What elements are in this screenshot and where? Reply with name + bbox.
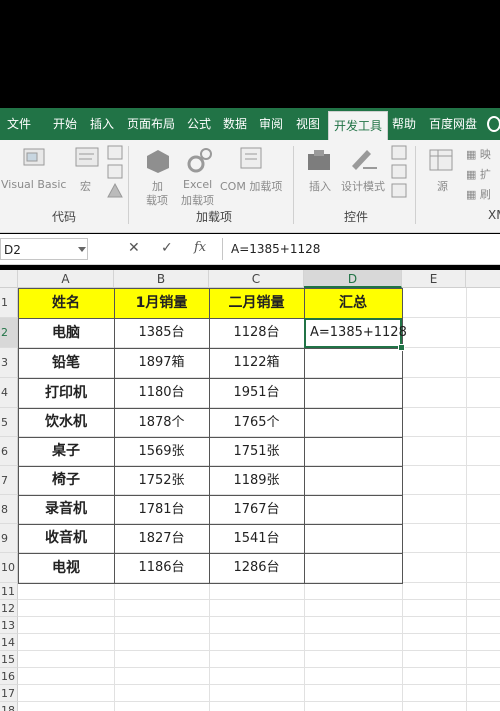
ribbon-tab-bar: 文件 开始 插入 页面布局 公式 数据 审阅 视图 开发工具 帮助 百度网盘 (0, 108, 500, 141)
row-header[interactable]: 8 (0, 495, 18, 524)
macro-icon (75, 147, 99, 167)
column-header-a[interactable]: A (18, 270, 114, 288)
column-header-c[interactable]: C (209, 270, 304, 288)
group-label-controls: 控件 (344, 210, 369, 224)
cancel-icon[interactable]: ✕ (128, 240, 140, 256)
excel-addins-button-line2[interactable]: 加载项 (181, 192, 214, 208)
group-label-code: 代码 (52, 210, 77, 224)
row-header[interactable]: 11 (0, 583, 18, 600)
tab-help[interactable]: 帮助 (392, 108, 416, 140)
tab-formulas[interactable]: 公式 (187, 108, 211, 140)
excel-addins-button-line1[interactable]: Excel (183, 178, 212, 191)
tab-review[interactable]: 审阅 (259, 108, 283, 140)
column-header-b[interactable]: B (114, 270, 209, 288)
chevron-down-icon[interactable] (78, 247, 86, 252)
fill-handle[interactable] (398, 344, 405, 351)
insert-control-icon (308, 150, 330, 170)
enter-icon[interactable]: ✓ (161, 240, 173, 256)
xml-source-icon (429, 149, 453, 171)
cell-d2-editing-value: A=1385+1128 (310, 325, 407, 340)
xml-source-button[interactable]: 源 (437, 178, 448, 194)
formula-bar: D2 ✕ ✓ fx A=1385+1128 (0, 234, 500, 265)
formula-input[interactable]: A=1385+1128 (222, 238, 500, 260)
column-header-e[interactable]: E (402, 270, 466, 288)
tab-data[interactable]: 数据 (223, 108, 247, 140)
record-macro-icons (107, 145, 123, 198)
column-header-f[interactable] (466, 270, 500, 288)
row-header[interactable]: 6 (0, 437, 18, 466)
row-header[interactable]: 14 (0, 634, 18, 651)
row-header[interactable]: 15 (0, 651, 18, 668)
xml-refresh-data-button[interactable]: ▦ 刷 (466, 186, 491, 202)
select-all-corner[interactable] (0, 270, 18, 288)
name-box[interactable]: D2 (0, 238, 88, 260)
row-header[interactable]: 16 (0, 668, 18, 685)
macro-button[interactable]: 宏 (80, 178, 91, 194)
design-mode-icon (352, 150, 377, 170)
tell-me-icon[interactable] (487, 116, 500, 132)
row-header[interactable]: 3 (0, 348, 18, 378)
row-header[interactable]: 4 (0, 378, 18, 408)
row-header[interactable]: 2 (0, 318, 18, 348)
row-header[interactable]: 17 (0, 685, 18, 702)
group-label-xml: XM (488, 208, 500, 222)
tab-page-layout[interactable]: 页面布局 (127, 108, 175, 140)
addins-button-line2[interactable]: 载项 (146, 192, 168, 208)
tab-view[interactable]: 视图 (296, 108, 320, 140)
insert-function-icon[interactable]: fx (194, 240, 206, 255)
visual-basic-icon (23, 148, 45, 166)
addins-icon (147, 150, 169, 173)
row-header[interactable]: 5 (0, 408, 18, 437)
row-header[interactable]: 12 (0, 600, 18, 617)
tab-home[interactable]: 开始 (53, 108, 77, 140)
tab-insert[interactable]: 插入 (90, 108, 114, 140)
insert-control-button[interactable]: 插入 (309, 178, 331, 194)
column-header-d[interactable]: D (304, 270, 402, 288)
tab-developer[interactable]: 开发工具 (328, 111, 389, 141)
visual-basic-button[interactable]: Visual Basic (1, 178, 66, 191)
row-header[interactable]: 13 (0, 617, 18, 634)
tab-baidu-netdisk[interactable]: 百度网盘 (429, 108, 477, 140)
xml-map-properties-button[interactable]: ▦ 映 (466, 146, 491, 162)
row-header[interactable]: 1 (0, 288, 18, 318)
control-properties-icons (391, 145, 407, 198)
row-header[interactable]: 10 (0, 553, 18, 583)
com-addins-icon (240, 147, 262, 169)
xml-expansion-packs-button[interactable]: ▦ 扩 (466, 166, 491, 182)
excel-addins-gear-icon (187, 148, 212, 173)
row-header[interactable]: 9 (0, 524, 18, 553)
group-label-addins: 加载项 (196, 210, 233, 224)
tab-file[interactable]: 文件 (7, 108, 31, 140)
com-addins-button[interactable]: COM 加载项 (220, 178, 282, 194)
ribbon-developer: Visual Basic 宏 代码 加 载项 Excel 加载项 COM 加载项… (0, 140, 500, 233)
row-header[interactable]: 18 (0, 702, 18, 711)
design-mode-button[interactable]: 设计模式 (341, 178, 385, 194)
row-header[interactable]: 7 (0, 466, 18, 495)
